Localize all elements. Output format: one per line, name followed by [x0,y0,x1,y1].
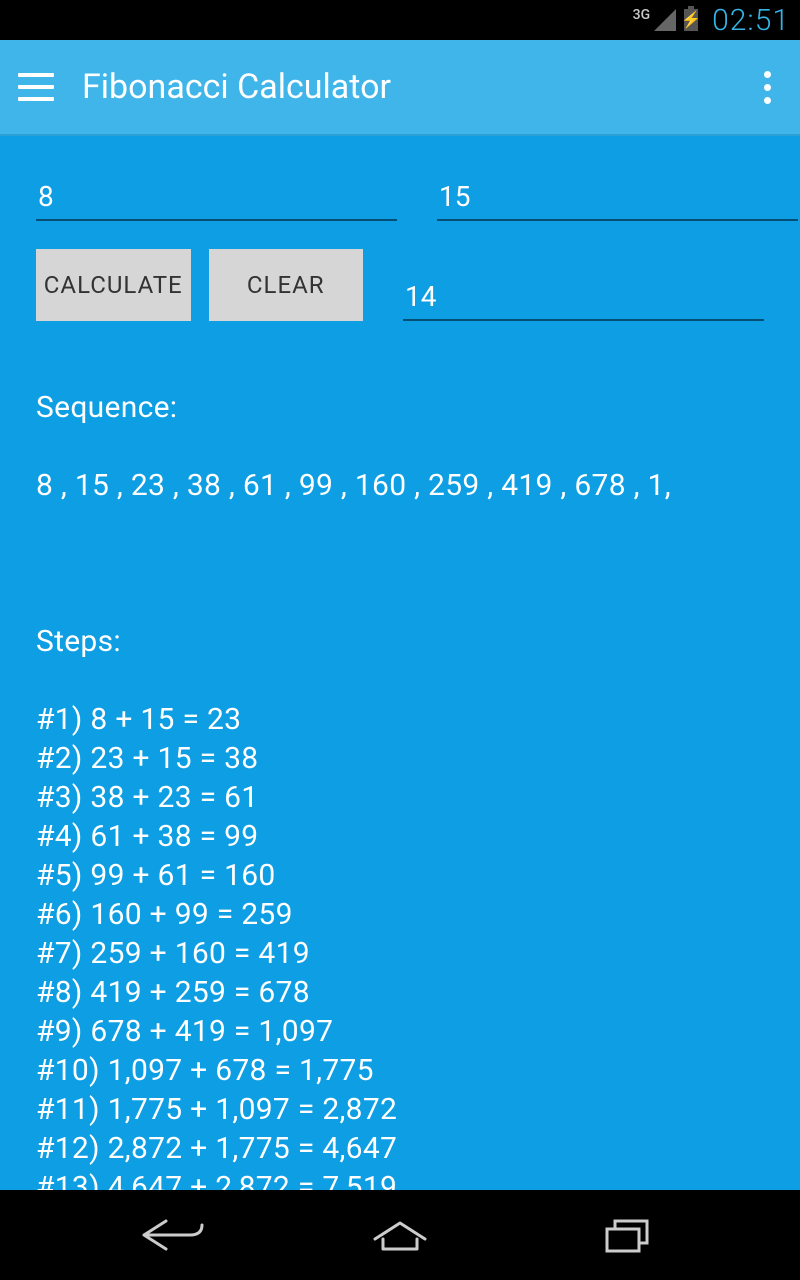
network-type-label: 3G [633,8,651,22]
content-area: CALCULATE CLEAR Sequence: 8 , 15 , 23 , … [0,136,800,1190]
menu-icon[interactable] [18,73,54,101]
steps-label: Steps: [36,622,764,661]
step-line: #11) 1,775 + 1,097 = 2,872 [36,1090,764,1129]
step-line: #13) 4,647 + 2,872 = 7,519 [36,1168,764,1190]
back-button[interactable] [128,1210,218,1260]
step-line: #6) 160 + 99 = 259 [36,895,764,934]
step-line: #2) 23 + 15 = 38 [36,739,764,778]
status-clock: 02:51 [712,3,790,38]
step-line: #7) 259 + 160 = 419 [36,934,764,973]
step-line: #5) 99 + 61 = 160 [36,856,764,895]
signal-icon [654,9,676,31]
second-number-input[interactable] [437,176,798,221]
sequence-value: 8 , 15 , 23 , 38 , 61 , 99 , 160 , 259 ,… [36,466,764,505]
first-number-input[interactable] [36,176,397,221]
sequence-label: Sequence: [36,388,764,427]
count-input[interactable] [403,276,764,321]
steps-list: #1) 8 + 15 = 23#2) 23 + 15 = 38#3) 38 + … [36,700,764,1190]
overflow-menu-icon[interactable] [752,71,782,104]
status-bar: 3G ⚡ 02:51 [0,0,800,40]
navigation-bar [0,1190,800,1280]
clear-button[interactable]: CLEAR [209,249,364,321]
step-line: #1) 8 + 15 = 23 [36,700,764,739]
step-line: #12) 2,872 + 1,775 = 4,647 [36,1129,764,1168]
step-line: #9) 678 + 419 = 1,097 [36,1012,764,1051]
step-line: #10) 1,097 + 678 = 1,775 [36,1051,764,1090]
home-button[interactable] [355,1210,445,1260]
step-line: #8) 419 + 259 = 678 [36,973,764,1012]
calculate-button[interactable]: CALCULATE [36,249,191,321]
step-line: #3) 38 + 23 = 61 [36,778,764,817]
app-bar: Fibonacci Calculator [0,40,800,136]
recent-apps-button[interactable] [582,1210,672,1260]
result-text: Sequence: 8 , 15 , 23 , 38 , 61 , 99 , 1… [36,349,764,1190]
app-title: Fibonacci Calculator [82,67,724,107]
battery-charging-icon: ⚡ [684,9,698,31]
step-line: #4) 61 + 38 = 99 [36,817,764,856]
